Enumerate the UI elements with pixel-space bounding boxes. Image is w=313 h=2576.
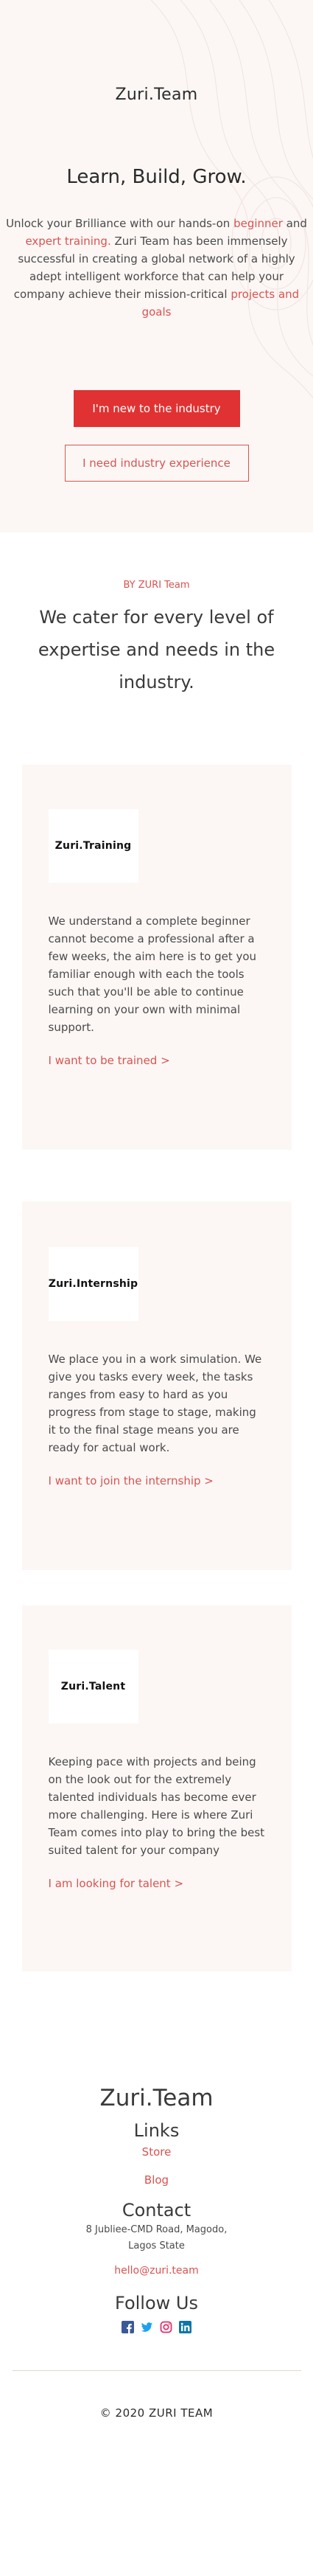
copyright: © 2020 ZURI TEAM [99, 2406, 214, 2420]
contact-email-link[interactable]: hello@zuri.team [0, 2265, 313, 2277]
by-line: BY ZURI Team [123, 580, 190, 591]
hero-description: Unlock your Brilliance with our hands-on… [6, 215, 308, 321]
facebook-icon[interactable] [122, 2321, 134, 2333]
offerings-intro: BY ZURI Team We cater for every level of… [0, 580, 313, 698]
offerings-title: We cater for every level of expertise an… [38, 607, 275, 692]
hero-text-part-1: Unlock your Brilliance with our hands-on [6, 217, 234, 230]
social-links [0, 2321, 313, 2333]
footer-divider [12, 2370, 301, 2371]
linkedin-icon[interactable] [179, 2321, 191, 2333]
talent-logo: Zuri.Talent [48, 1650, 138, 1723]
contact-heading: Contact [122, 2200, 191, 2221]
training-description: We understand a complete beginner cannot… [48, 914, 257, 1034]
twitter-icon[interactable] [141, 2321, 153, 2333]
talent-description: Keeping pace with projects and being on … [48, 1755, 265, 1857]
training-card: Zuri.Training We understand a complete b… [21, 765, 292, 1150]
contact-address: 8 Jubliee-CMD Road, Magodo, Lagos State [85, 2224, 228, 2252]
instagram-icon[interactable] [160, 2321, 172, 2333]
hero-title: Learn, Build, Grow. [66, 166, 247, 188]
need-industry-experience-button[interactable]: I need industry experience [64, 445, 249, 482]
talent-link[interactable]: I am looking for talent > [49, 1877, 265, 1890]
follow-heading: Follow Us [115, 2293, 198, 2313]
internship-link[interactable]: I want to join the internship > [49, 1474, 265, 1487]
store-link[interactable]: Store [0, 2145, 313, 2159]
expert-training-link[interactable]: expert training. [25, 235, 110, 248]
footer: Zuri.Team Links Store Blog Contact 8 Jub… [0, 2085, 313, 2420]
hero-section: Zuri.Team Learn, Build, Grow. Unlock you… [0, 0, 313, 532]
site-logo[interactable]: Zuri.Team [0, 0, 313, 104]
blog-link[interactable]: Blog [0, 2173, 313, 2187]
links-heading: Links [133, 2120, 180, 2141]
talent-card: Zuri.Talent Keeping pace with projects a… [21, 1605, 292, 1971]
internship-card: Zuri.Internship We place you in a work s… [21, 1201, 292, 1570]
training-logo: Zuri.Training [48, 809, 138, 883]
training-link[interactable]: I want to be trained > [49, 1054, 265, 1067]
internship-logo: Zuri.Internship [48, 1247, 138, 1321]
beginner-link[interactable]: beginner [233, 217, 283, 230]
footer-logo[interactable]: Zuri.Team [0, 2085, 313, 2111]
new-to-industry-button[interactable]: I'm new to the industry [73, 390, 240, 427]
hero-text-part-2: and [282, 217, 307, 230]
internship-description: We place you in a work simulation. We gi… [48, 1353, 262, 1454]
